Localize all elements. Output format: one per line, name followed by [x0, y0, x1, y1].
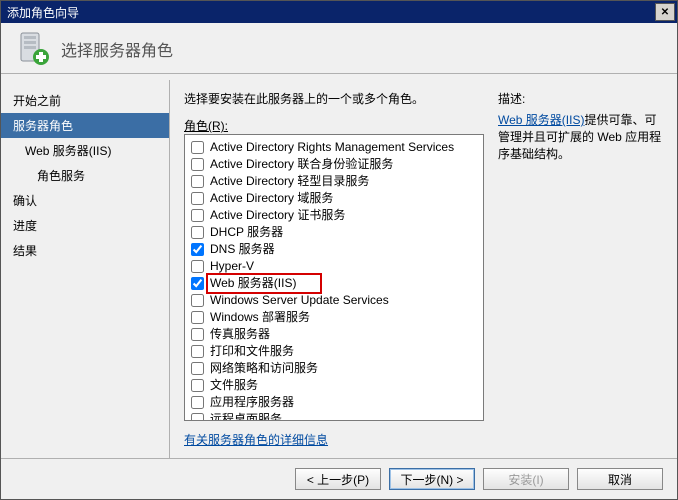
role-checkbox[interactable]	[191, 379, 204, 392]
nav-item[interactable]: 角色服务	[1, 163, 169, 188]
next-button[interactable]: 下一步(N) >	[389, 468, 475, 490]
role-row[interactable]: 文件服务	[191, 377, 477, 394]
role-row[interactable]: Active Directory 证书服务	[191, 207, 477, 224]
role-label: Active Directory Rights Management Servi…	[210, 139, 454, 156]
nav-item[interactable]: 服务器角色	[1, 113, 169, 138]
role-label: Active Directory 联合身份验证服务	[210, 156, 393, 173]
role-checkbox[interactable]	[191, 192, 204, 205]
role-checkbox[interactable]	[191, 345, 204, 358]
close-button[interactable]: ✕	[655, 3, 675, 21]
description-body: Web 服务器(IIS)提供可靠、可管理并且可扩展的 Web 应用程序基础结构。	[498, 111, 663, 162]
instruction-text: 选择要安装在此服务器上的一个或多个角色。	[184, 90, 484, 107]
nav-item[interactable]: 结果	[1, 238, 169, 263]
header-text: 选择服务器角色	[61, 37, 173, 61]
role-row[interactable]: Windows 部署服务	[191, 309, 477, 326]
role-label: Hyper-V	[210, 258, 254, 275]
role-checkbox[interactable]	[191, 396, 204, 409]
role-checkbox[interactable]	[191, 260, 204, 273]
role-label: Active Directory 证书服务	[210, 207, 345, 224]
role-label: DNS 服务器	[210, 241, 275, 258]
role-checkbox[interactable]	[191, 311, 204, 324]
role-row[interactable]: Hyper-V	[191, 258, 477, 275]
more-info-link[interactable]: 有关服务器角色的详细信息	[184, 431, 484, 448]
description-link[interactable]: Web 服务器(IIS)	[498, 113, 584, 127]
role-row[interactable]: Active Directory 联合身份验证服务	[191, 156, 477, 173]
back-button[interactable]: < 上一步(P)	[295, 468, 381, 490]
wizard-header: 选择服务器角色	[1, 23, 677, 73]
nav-item[interactable]: 确认	[1, 188, 169, 213]
role-checkbox[interactable]	[191, 362, 204, 375]
role-row[interactable]: Web 服务器(IIS)	[191, 275, 477, 292]
server-icon	[15, 31, 51, 67]
role-row[interactable]: Active Directory Rights Management Servi…	[191, 139, 477, 156]
role-label: Active Directory 域服务	[210, 190, 333, 207]
role-label: Web 服务器(IIS)	[210, 275, 296, 292]
role-label: 传真服务器	[210, 326, 270, 343]
role-label: Active Directory 轻型目录服务	[210, 173, 369, 190]
role-label: Windows 部署服务	[210, 309, 310, 326]
role-row[interactable]: 网络策略和访问服务	[191, 360, 477, 377]
role-row[interactable]: 打印和文件服务	[191, 343, 477, 360]
role-label: 文件服务	[210, 377, 258, 394]
description-label: 描述:	[498, 90, 663, 107]
role-row[interactable]: DNS 服务器	[191, 241, 477, 258]
role-row[interactable]: 应用程序服务器	[191, 394, 477, 411]
role-checkbox[interactable]	[191, 226, 204, 239]
role-checkbox[interactable]	[191, 158, 204, 171]
role-checkbox[interactable]	[191, 175, 204, 188]
role-checkbox[interactable]	[191, 294, 204, 307]
role-checkbox[interactable]	[191, 141, 204, 154]
roles-label: 角色(R):	[184, 117, 484, 134]
cancel-button[interactable]: 取消	[577, 468, 663, 490]
role-row[interactable]: Active Directory 域服务	[191, 190, 477, 207]
nav-item[interactable]: Web 服务器(IIS)	[1, 138, 169, 163]
role-label: 应用程序服务器	[210, 394, 294, 411]
role-label: DHCP 服务器	[210, 224, 283, 241]
role-label: Windows Server Update Services	[210, 292, 389, 309]
header-divider	[1, 73, 677, 74]
role-row[interactable]: DHCP 服务器	[191, 224, 477, 241]
main-panel: 选择要安装在此服务器上的一个或多个角色。 角色(R): Active Direc…	[169, 80, 677, 458]
role-checkbox[interactable]	[191, 209, 204, 222]
nav-item[interactable]: 开始之前	[1, 88, 169, 113]
role-row[interactable]: Active Directory 轻型目录服务	[191, 173, 477, 190]
role-checkbox[interactable]	[191, 413, 204, 421]
roles-listbox[interactable]: Active Directory Rights Management Servi…	[184, 134, 484, 421]
roles-column: 选择要安装在此服务器上的一个或多个角色。 角色(R): Active Direc…	[184, 90, 484, 448]
window-title: 添加角色向导	[7, 4, 79, 21]
role-label: 网络策略和访问服务	[210, 360, 318, 377]
wizard-footer: < 上一步(P) 下一步(N) > 安装(I) 取消	[1, 458, 677, 499]
wizard-window: 添加角色向导 ✕ 选择服务器角色 开始之前服务器角色Web 服务器(IIS)角色…	[0, 0, 678, 500]
title-bar: 添加角色向导 ✕	[1, 1, 677, 23]
install-button: 安装(I)	[483, 468, 569, 490]
role-checkbox[interactable]	[191, 243, 204, 256]
wizard-body: 开始之前服务器角色Web 服务器(IIS)角色服务确认进度结果 选择要安装在此服…	[1, 80, 677, 458]
role-label: 打印和文件服务	[210, 343, 294, 360]
role-row[interactable]: Windows Server Update Services	[191, 292, 477, 309]
role-checkbox[interactable]	[191, 277, 204, 290]
role-checkbox[interactable]	[191, 328, 204, 341]
nav-sidebar: 开始之前服务器角色Web 服务器(IIS)角色服务确认进度结果	[1, 80, 169, 458]
role-label: 远程桌面服务	[210, 411, 282, 421]
role-row[interactable]: 远程桌面服务	[191, 411, 477, 421]
nav-item[interactable]: 进度	[1, 213, 169, 238]
description-column: 描述: Web 服务器(IIS)提供可靠、可管理并且可扩展的 Web 应用程序基…	[498, 90, 663, 448]
role-row[interactable]: 传真服务器	[191, 326, 477, 343]
